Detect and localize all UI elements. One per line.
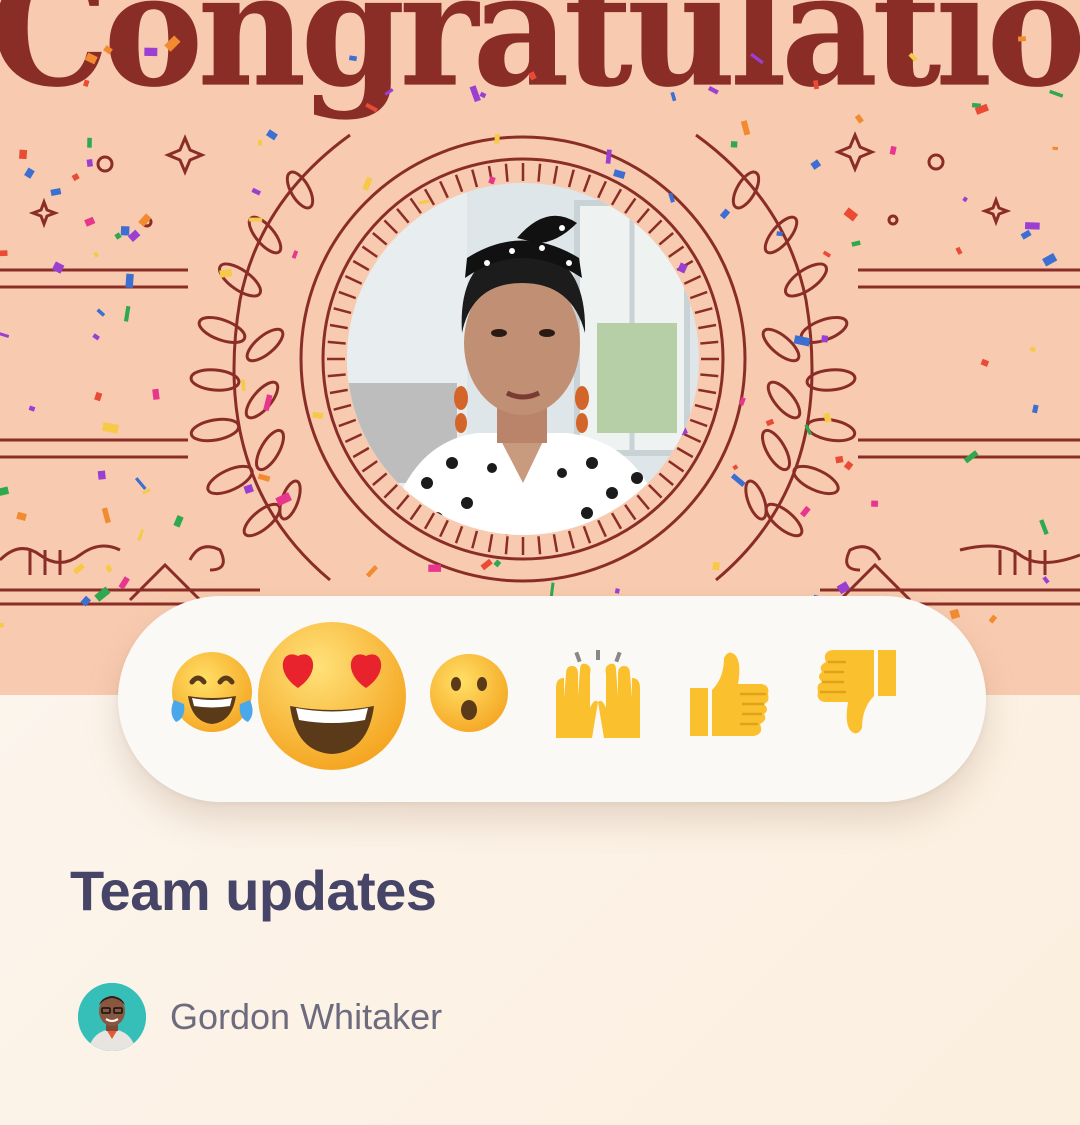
tears-of-joy-reaction[interactable] (166, 648, 258, 740)
raised-hands-reaction[interactable] (548, 648, 648, 740)
surprised-reaction[interactable] (428, 652, 510, 734)
heart-eyes-reaction[interactable] (254, 618, 410, 774)
thumbs-up-icon (690, 652, 769, 736)
presenter-portrait (347, 183, 699, 535)
author-name: Gordon Whitaker (170, 996, 443, 1037)
author-avatar (78, 983, 146, 1051)
raised-hands-icon (556, 650, 640, 738)
thumbs-up-reaction[interactable] (684, 648, 774, 740)
post-title: Team updates (70, 859, 437, 922)
reaction-picker (118, 596, 986, 802)
congratulations-banner: Congratulations! (0, 0, 1080, 695)
thumbs-down-icon (817, 650, 896, 734)
heart-eyes-icon (258, 622, 406, 770)
surprised-icon (430, 654, 508, 732)
tears-of-joy-icon (171, 652, 253, 732)
post-author[interactable]: Gordon Whitaker (78, 983, 442, 1051)
thumbs-down-reaction[interactable] (812, 646, 902, 738)
